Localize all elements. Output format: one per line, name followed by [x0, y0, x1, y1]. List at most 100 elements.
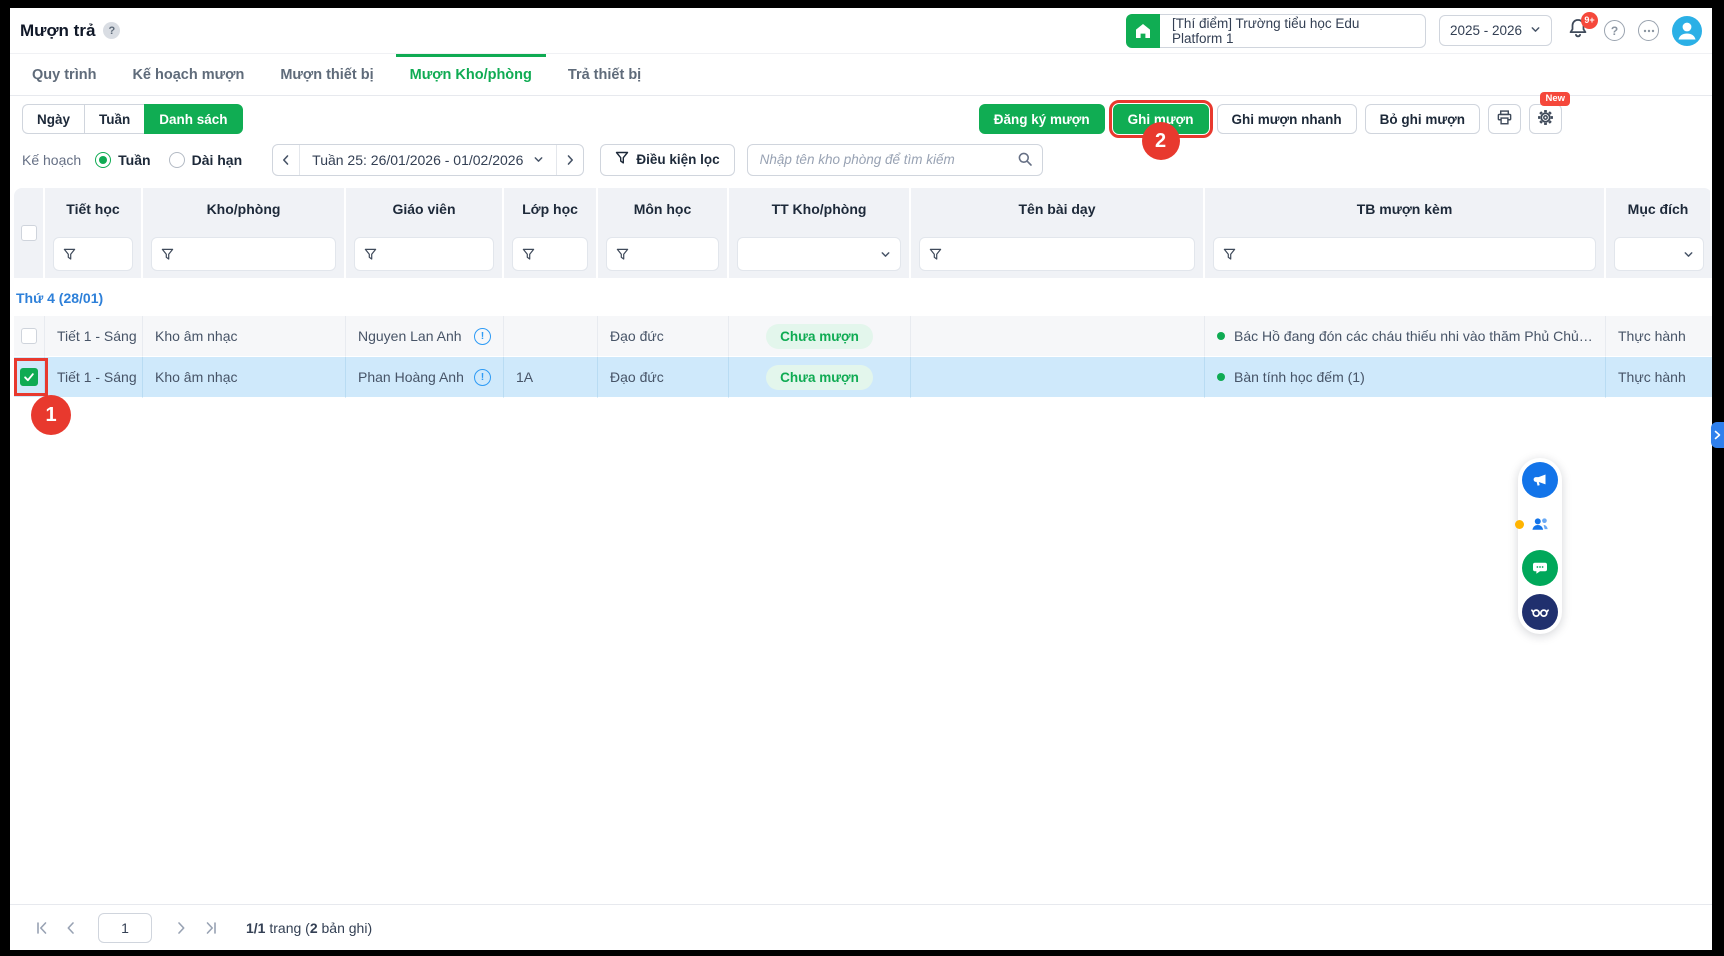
column-filter-input[interactable]: [53, 237, 133, 271]
print-button[interactable]: [1488, 104, 1521, 134]
home-icon[interactable]: [1126, 14, 1160, 48]
view-mode-week-button[interactable]: Tuần: [84, 104, 144, 134]
quick-record-borrow-button[interactable]: Ghi mượn nhanh: [1217, 104, 1357, 134]
assistant-widget-button[interactable]: [1522, 594, 1558, 630]
table-row[interactable]: 1 Tiết 1 - Sáng Kho âm nhạc Phan Hoàng A…: [14, 357, 1712, 398]
next-week-button[interactable]: [557, 145, 583, 175]
cancel-record-borrow-button[interactable]: Bỏ ghi mượn: [1365, 104, 1480, 134]
cell-lop-hoc: 1A: [504, 357, 598, 398]
summary-text: trang (: [265, 920, 309, 936]
column-header-tt-kho-phong: TT Kho/phòng: [729, 188, 911, 230]
column-header-kho-phong: Kho/phòng: [143, 188, 346, 230]
previous-week-button[interactable]: [273, 145, 299, 175]
filter-conditions-button[interactable]: Điều kiện lọc: [600, 144, 734, 176]
page-help-icon[interactable]: ?: [103, 22, 120, 39]
summary-text: bản ghi): [318, 920, 372, 936]
community-widget-button[interactable]: [1522, 506, 1558, 542]
tab-tra-thiet-bi[interactable]: Trả thiết bị: [554, 54, 655, 95]
gear-icon: [1537, 109, 1554, 129]
cell-kho-phong: Kho âm nhạc: [143, 357, 346, 398]
column-filter-input[interactable]: [512, 237, 588, 271]
chat-support-widget-button[interactable]: [1522, 550, 1558, 586]
week-dropdown[interactable]: Tuần 25: 26/01/2026 - 01/02/2026: [299, 145, 557, 175]
tab-quy-trinh[interactable]: Quy trình: [18, 54, 110, 95]
new-feature-badge: New: [1540, 92, 1570, 106]
column-filter-dropdown[interactable]: [737, 237, 901, 271]
select-all-checkbox[interactable]: [21, 225, 37, 241]
last-page-button[interactable]: [196, 913, 226, 943]
action-buttons: Đăng ký mượn Ghi mượn 2 Ghi mượn nhanh B…: [979, 104, 1562, 134]
search-icon[interactable]: [1017, 151, 1033, 172]
info-icon[interactable]: !: [474, 328, 491, 345]
current-page-input[interactable]: 1: [98, 913, 152, 943]
cell-mon-hoc: Đạo đức: [598, 316, 729, 357]
screenshot-frame: Mượn trả ? [Thí điểm] Trường tiểu học Ed…: [0, 0, 1724, 956]
school-name[interactable]: [Thí điểm] Trường tiểu học Edu Platform …: [1160, 14, 1426, 48]
borrow-table: Tiết học Kho/phòng Giáo viên Lớp học Môn…: [14, 188, 1712, 398]
column-filter-input[interactable]: [151, 237, 336, 271]
column-filter-input[interactable]: [919, 237, 1195, 271]
funnel-icon: [929, 248, 942, 261]
green-dot-icon: [1217, 373, 1225, 381]
table-row[interactable]: Tiết 1 - Sáng Kho âm nhạc Nguyen Lan Anh…: [14, 316, 1712, 357]
column-header-tb-muon-kem: TB mượn kèm: [1205, 188, 1606, 230]
radio-selected-icon: [95, 152, 111, 168]
table-header: Tiết học Kho/phòng Giáo viên Lớp học Môn…: [14, 188, 1712, 278]
tab-ke-hoach-muon[interactable]: Kế hoạch mượn: [118, 54, 258, 95]
select-all-cell: [14, 188, 45, 278]
tab-muon-kho-phong[interactable]: Mượn Kho/phòng: [396, 54, 546, 95]
filter-cell-tb-muon-kem: [1205, 230, 1606, 278]
glasses-icon: [1530, 602, 1550, 622]
cell-muc-dich: Thực hành: [1606, 316, 1712, 357]
info-icon[interactable]: !: [474, 369, 491, 386]
register-borrow-button[interactable]: Đăng ký mượn: [979, 104, 1105, 134]
plan-filter-row: Kế hoạch Tuần Dài hạn Tuần 25: 26/01/202…: [10, 134, 1712, 176]
cell-ten-bai-day: [911, 357, 1205, 398]
cell-muc-dich: Thực hành: [1606, 357, 1712, 398]
cell-giao-vien: Nguyen Lan Anh !: [346, 316, 504, 357]
next-page-button[interactable]: [166, 913, 196, 943]
cell-tiet-hoc: Tiết 1 - Sáng: [45, 357, 143, 398]
row-checkbox-cell: 1: [14, 357, 45, 398]
settings-button[interactable]: New: [1529, 104, 1562, 134]
week-navigator: Tuần 25: 26/01/2026 - 01/02/2026: [272, 144, 584, 176]
help-circle-button[interactable]: ?: [1604, 20, 1625, 41]
cell-tb-muon-kem: Bàn tính học đếm (1): [1205, 357, 1606, 398]
column-filter-input[interactable]: [1213, 237, 1596, 271]
funnel-icon: [63, 248, 76, 261]
school-year-dropdown[interactable]: 2025 - 2026: [1439, 15, 1552, 46]
page-title: Mượn trả: [20, 21, 95, 41]
day-group-label[interactable]: Thứ 4 (28/01): [16, 290, 1712, 306]
view-mode-list-button[interactable]: Danh sách: [144, 104, 242, 134]
pagination-summary: 1/1 trang (2 bản ghi): [246, 920, 372, 936]
first-page-button[interactable]: [26, 913, 56, 943]
user-avatar[interactable]: [1672, 16, 1702, 46]
column-filter-input[interactable]: [606, 237, 719, 271]
school-selector[interactable]: [Thí điểm] Trường tiểu học Edu Platform …: [1126, 14, 1426, 48]
column-filter-dropdown[interactable]: [1614, 237, 1704, 271]
filter-conditions-label: Điều kiện lọc: [636, 152, 719, 167]
column-header-giao-vien: Giáo viên: [346, 188, 504, 230]
cell-tt-kho-phong: Chưa mượn: [729, 316, 911, 357]
row-checkbox[interactable]: [21, 328, 37, 344]
announcement-widget-button[interactable]: [1522, 462, 1558, 498]
notification-bell-button[interactable]: 9+: [1565, 18, 1591, 44]
chevron-right-icon: [1713, 430, 1722, 440]
column-header-ten-bai-day: Tên bài dạy: [911, 188, 1205, 230]
cell-lop-hoc: [504, 316, 598, 357]
plan-radio-week-label: Tuần: [118, 152, 150, 168]
view-mode-day-button[interactable]: Ngày: [22, 104, 84, 134]
more-options-button[interactable]: [1638, 20, 1659, 41]
panel-expand-tab[interactable]: [1711, 422, 1724, 448]
plan-radio-long-term[interactable]: Dài hạn: [169, 152, 243, 168]
plan-radio-week[interactable]: Tuần: [95, 152, 150, 168]
search-input[interactable]: [747, 144, 1043, 176]
teacher-name: Phan Hoàng Anh: [358, 369, 464, 385]
funnel-icon: [1223, 248, 1236, 261]
action-bar: Ngày Tuần Danh sách Đăng ký mượn Ghi mượ…: [10, 96, 1712, 134]
notification-dot: [1515, 520, 1524, 529]
column-filter-input[interactable]: [354, 237, 494, 271]
previous-page-button[interactable]: [56, 913, 86, 943]
tab-muon-thiet-bi[interactable]: Mượn thiết bị: [266, 54, 387, 95]
filter-cell-giao-vien: [346, 230, 504, 278]
